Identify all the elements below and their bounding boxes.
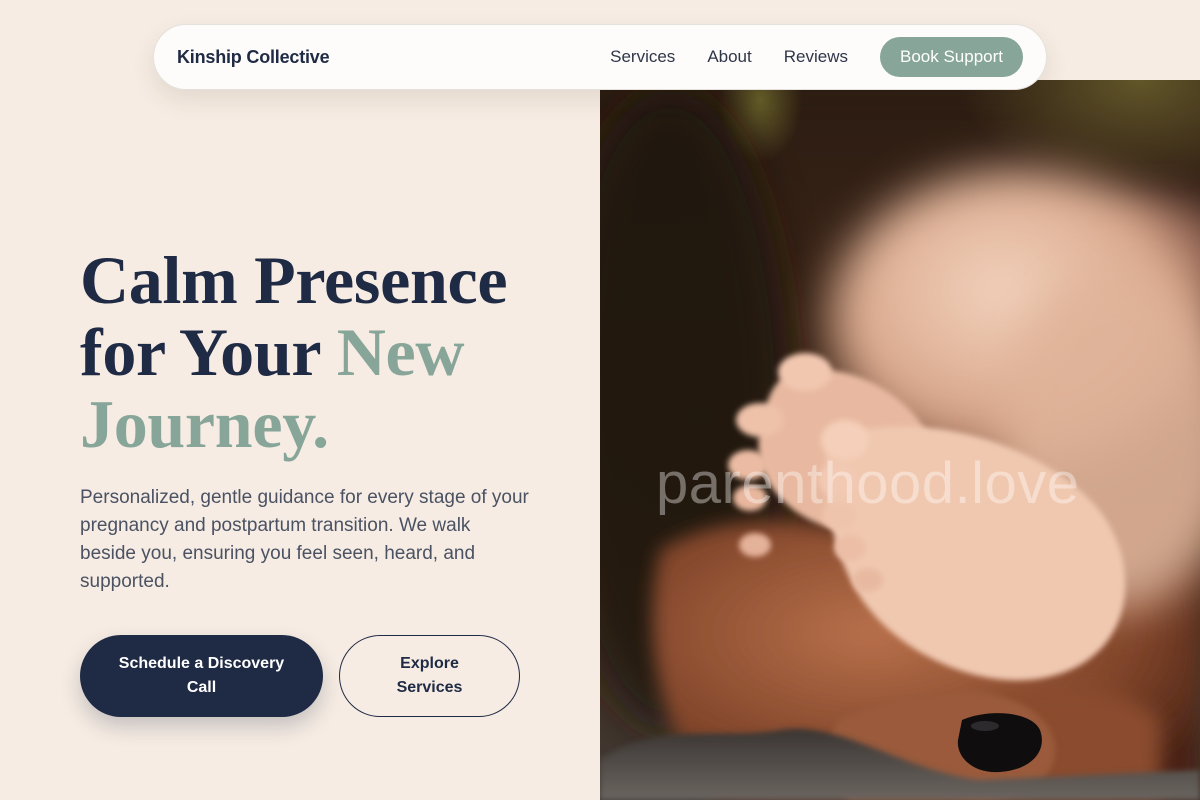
book-support-button[interactable]: Book Support — [880, 37, 1023, 77]
hero-photo: parenthood.love — [600, 80, 1200, 800]
hero-title-accent-new: New — [336, 314, 465, 390]
nav-link-about[interactable]: About — [707, 47, 751, 67]
explore-services-button[interactable]: Explore Services — [339, 635, 520, 717]
photo-watermark: parenthood.love — [656, 451, 1080, 516]
hero-subtitle: Personalized, gentle guidance for every … — [80, 487, 529, 592]
hero-title-accent-journey: Journey. — [80, 386, 329, 462]
hero-title-line-2: for Your — [80, 314, 337, 390]
navbar: Kinship Collective Services About Review… — [153, 24, 1047, 90]
baby-feet-illustration — [600, 90, 1200, 800]
nav-link-reviews[interactable]: Reviews — [784, 47, 848, 67]
schedule-discovery-call-button[interactable]: Schedule a Discovery Call — [80, 635, 323, 717]
hero-title-line-1: Calm Presence — [80, 242, 508, 318]
nav-link-services[interactable]: Services — [610, 47, 675, 67]
brand-logo[interactable]: Kinship Collective — [177, 47, 330, 68]
nav-links: Services About Reviews Book Support — [610, 37, 1023, 77]
hero-title: Calm Presence for Your New Journey. — [80, 244, 580, 460]
